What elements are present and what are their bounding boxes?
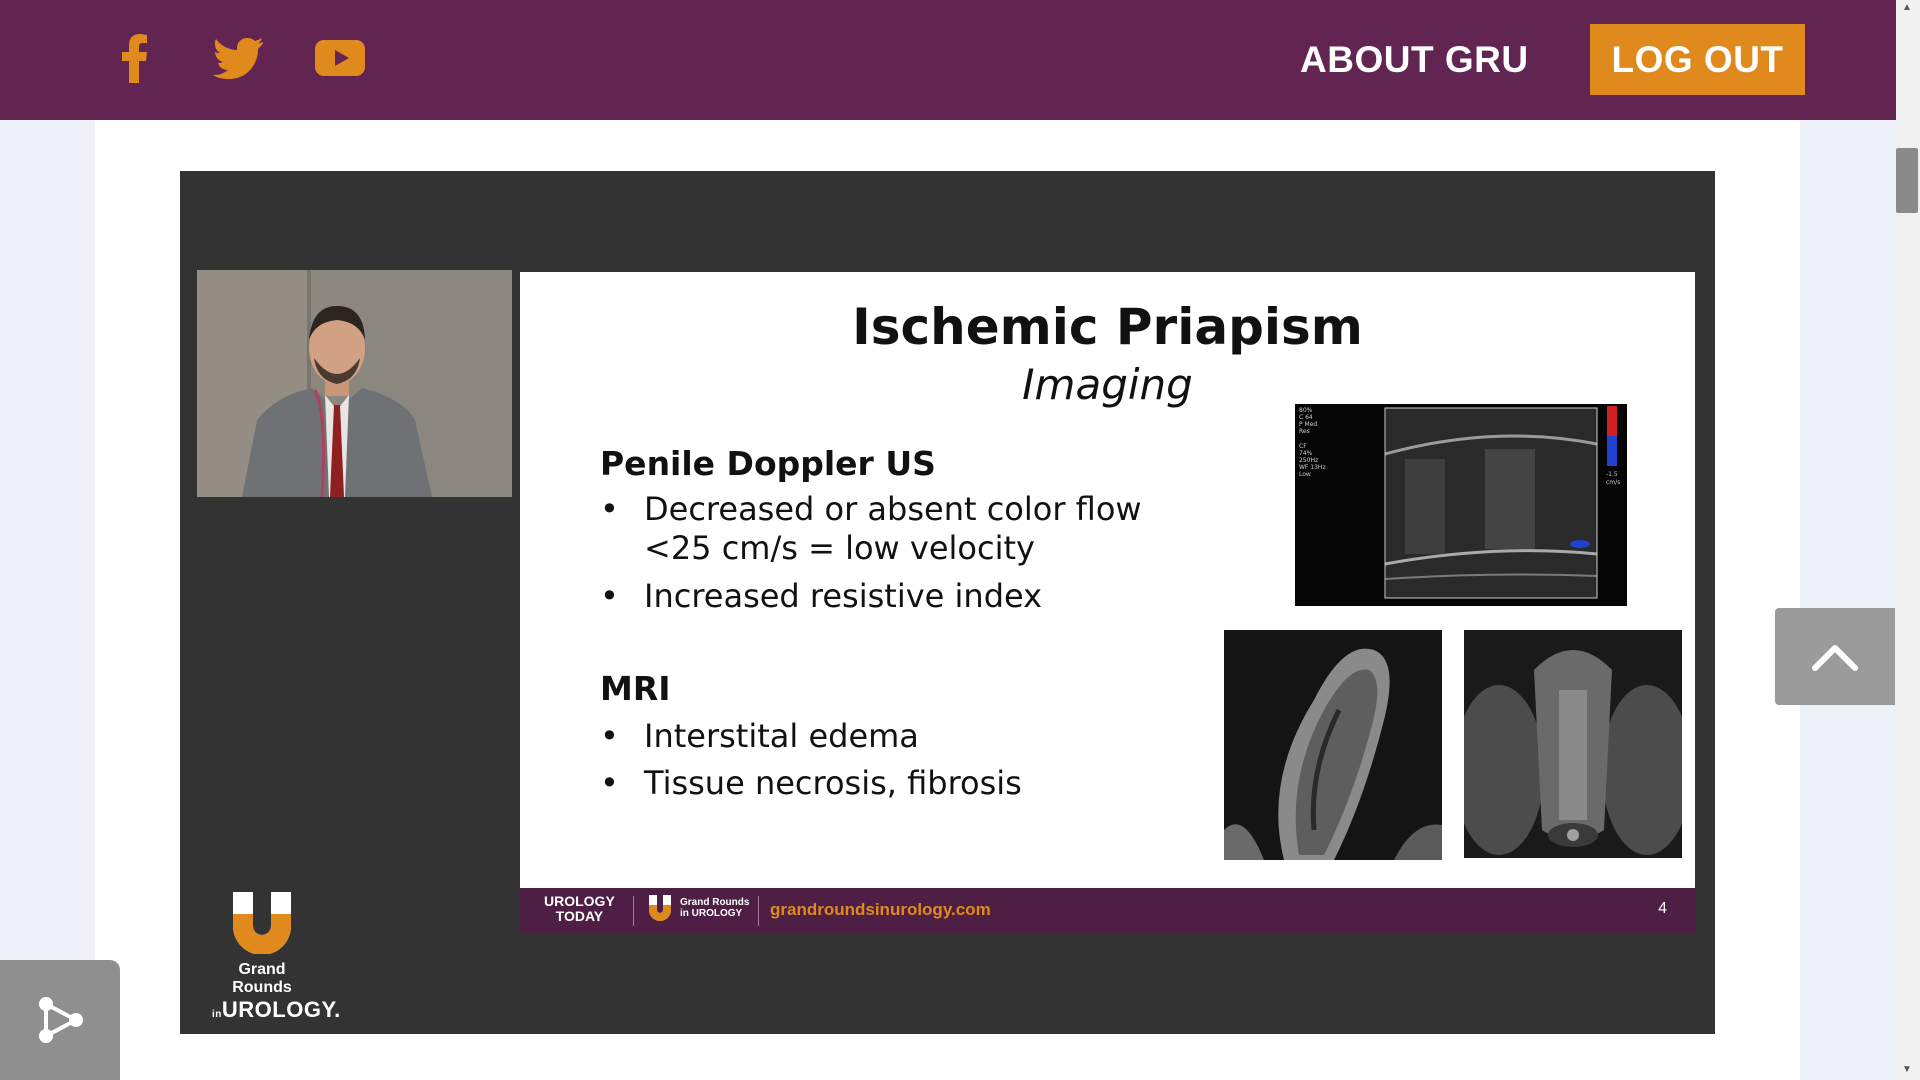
twitter-icon[interactable]: [212, 30, 264, 86]
slide-footer: UROLOGY TODAY Grand Rounds in UROLOGY gr…: [520, 888, 1695, 933]
speaker-video: [197, 270, 512, 497]
urology-today-logo: UROLOGY TODAY: [544, 893, 615, 924]
presentation-slide: Ischemic Priapism Imaging Penile Doppler…: [520, 272, 1695, 888]
svg-text:WF 13Hz: WF 13Hz: [1299, 464, 1326, 471]
share-icon: [39, 997, 83, 1043]
section-heading-mri: MRI: [600, 669, 671, 708]
scroll-to-top-button[interactable]: [1775, 608, 1895, 705]
bullet-item: • Decreased or absent color flow <25 cm/…: [600, 490, 1142, 567]
facebook-icon[interactable]: [115, 30, 155, 86]
section-heading-doppler: Penile Doppler US: [600, 444, 936, 483]
share-button[interactable]: [0, 960, 120, 1080]
scroll-down-arrow-icon[interactable]: ▼: [1902, 1064, 1912, 1075]
svg-text:80%: 80%: [1299, 407, 1313, 414]
bullet-item: • Increased resistive index: [600, 577, 1043, 615]
bullet-text: Increased resistive index: [644, 577, 1043, 615]
bullet-text: Tissue necrosis, fibrosis: [644, 764, 1022, 802]
bullet-item: • Tissue necrosis, fibrosis: [600, 764, 1022, 802]
svg-text:P Med: P Med: [1299, 421, 1317, 428]
svg-text:74%: 74%: [1299, 450, 1313, 457]
footer-url: grandroundsinurology.com: [770, 900, 991, 919]
slide-number: 4: [1658, 900, 1667, 917]
scroll-up-arrow-icon[interactable]: ▲: [1902, 2, 1912, 13]
grand-rounds-watermark: Grand Rounds inUROLOGY.: [212, 892, 341, 1023]
svg-text:cm/s: cm/s: [1606, 479, 1620, 486]
svg-text:-1.5: -1.5: [1606, 471, 1618, 478]
svg-text:250Hz: 250Hz: [1299, 457, 1318, 464]
footer-divider: [633, 896, 634, 926]
svg-text:CF: CF: [1299, 443, 1307, 450]
grand-rounds-logo: Grand Rounds in UROLOGY: [646, 893, 749, 923]
svg-text:C 64: C 64: [1299, 414, 1313, 421]
svg-text:Low: Low: [1299, 471, 1311, 478]
youtube-icon[interactable]: [314, 30, 366, 86]
slide-subtitle: Imaging: [1022, 360, 1193, 409]
top-navigation-bar: ABOUT GRU LOG OUT: [0, 0, 1896, 120]
watermark-line2: inUROLOGY.: [212, 997, 341, 1022]
doppler-ultrasound-image: 80% C 64 P Med Res CF 74% 250Hz WF 13Hz Low -1.…: [1295, 404, 1627, 606]
footer-divider: [758, 896, 759, 926]
scrollbar-thumb[interactable]: [1896, 148, 1918, 213]
bullet-text: Decreased or absent color flow <25 cm/s …: [644, 490, 1142, 567]
bullet-item: • Interstital edema: [600, 717, 919, 755]
logout-button[interactable]: LOG OUT: [1590, 24, 1805, 95]
watermark-line1: Grand Rounds: [232, 961, 292, 996]
bullet-text: Interstital edema: [644, 717, 919, 755]
about-gru-link[interactable]: ABOUT GRU: [1300, 34, 1529, 86]
slide-title: Ischemic Priapism: [852, 298, 1363, 356]
mri-image-axial: [1464, 630, 1682, 858]
page-scrollbar[interactable]: ▲ ▼: [1896, 0, 1920, 1080]
svg-text:Res: Res: [1299, 428, 1310, 435]
chevron-up-icon: [1812, 644, 1858, 671]
mri-image-sagittal: [1224, 630, 1442, 860]
